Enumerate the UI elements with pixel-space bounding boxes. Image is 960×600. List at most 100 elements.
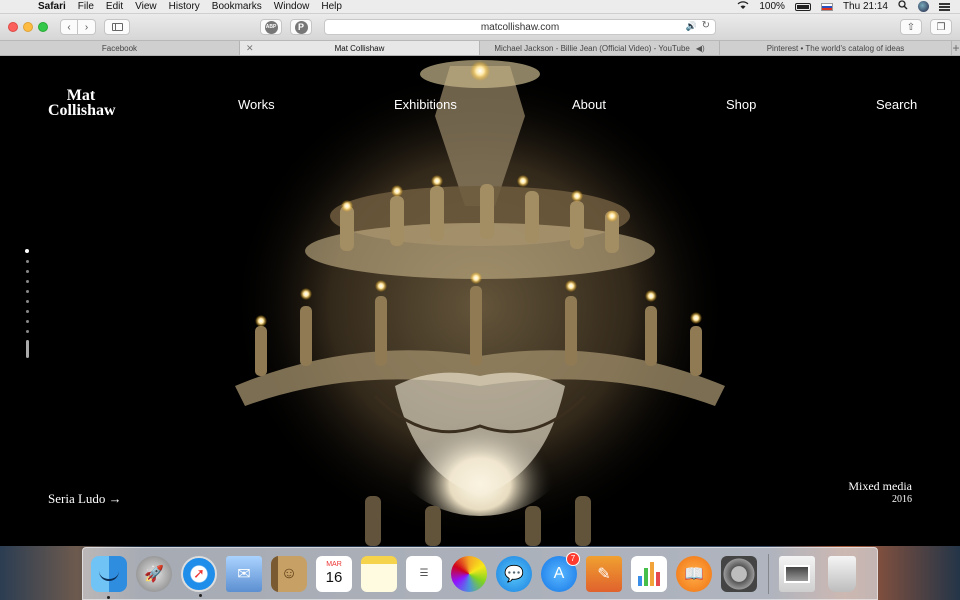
- numbers-bar-icon: [656, 571, 660, 586]
- audio-playing-icon[interactable]: 🔊: [686, 21, 697, 32]
- menu-view[interactable]: View: [135, 1, 157, 12]
- slide-dot[interactable]: [25, 310, 29, 313]
- show-all-tabs-button[interactable]: ❐: [930, 19, 952, 35]
- reminders-icon[interactable]: ☰: [406, 555, 442, 592]
- system-preferences-icon[interactable]: [721, 555, 757, 592]
- notes-icon[interactable]: [361, 555, 397, 592]
- preview-photo-icon: [784, 564, 810, 583]
- menu-bar: Safari File Edit View History Bookmarks …: [0, 0, 960, 14]
- ibooks-icon[interactable]: 📖: [676, 555, 712, 592]
- calendar-month: MAR: [326, 561, 342, 568]
- nav-exhibitions[interactable]: Exhibitions: [394, 97, 457, 112]
- photos-icon[interactable]: [451, 555, 487, 592]
- finder-face-icon: [99, 567, 119, 581]
- launchpad-icon[interactable]: 🚀: [136, 555, 172, 592]
- tab-youtube[interactable]: Michael Jackson - Billie Jean (Official …: [480, 41, 720, 55]
- app-store-badge: 7: [566, 551, 580, 566]
- mail-icon[interactable]: ✉: [226, 555, 262, 592]
- slide-dot[interactable]: [25, 280, 29, 283]
- tab-bar: Facebook ✕ Mat Collishaw Michael Jackson…: [0, 40, 960, 56]
- input-source-flag-icon[interactable]: [820, 2, 833, 11]
- website-content: Mat Collishaw Works Exhibitions About Sh…: [0, 56, 960, 546]
- menu-file[interactable]: File: [78, 1, 94, 12]
- plus-icon: +: [952, 41, 960, 55]
- calendar-icon[interactable]: MAR 16: [316, 555, 352, 592]
- dock: 🚀 ➚ ✉ ☺ MAR 16 ☰ 💬 A 7 ✎ 📖: [82, 547, 878, 600]
- slide-pagination: [24, 249, 30, 358]
- chandelier-hero-image: [230, 60, 730, 546]
- numbers-icon[interactable]: [631, 555, 667, 592]
- messages-icon[interactable]: 💬: [496, 555, 532, 592]
- numbers-bar-icon: [638, 575, 642, 586]
- logo-line-2: Collishaw: [48, 102, 116, 119]
- chevron-left-icon: ‹: [67, 21, 71, 33]
- share-button[interactable]: ⇧: [900, 19, 922, 35]
- spotlight-search-icon[interactable]: [898, 0, 908, 13]
- close-window-button[interactable]: [8, 22, 18, 32]
- show-sidebar-button[interactable]: [104, 19, 130, 35]
- tab-title: Facebook: [101, 43, 138, 53]
- wifi-icon[interactable]: [737, 0, 749, 13]
- menu-edit[interactable]: Edit: [106, 1, 123, 12]
- slide-dot[interactable]: [25, 260, 29, 263]
- menu-help[interactable]: Help: [321, 1, 342, 12]
- menu-bookmarks[interactable]: Bookmarks: [212, 1, 262, 12]
- notification-center-icon[interactable]: [939, 2, 950, 11]
- speaker-icon[interactable]: ◀): [696, 44, 705, 53]
- tab-title: Mat Collishaw: [334, 43, 385, 53]
- tab-mat-collishaw[interactable]: ✕ Mat Collishaw: [240, 41, 480, 55]
- clock[interactable]: Thu 21:14: [843, 1, 888, 12]
- calendar-day: 16: [325, 569, 343, 586]
- artwork-medium: Mixed media: [848, 479, 912, 493]
- adblock-icon: ABP: [264, 20, 278, 34]
- artwork-year: 2016: [892, 494, 912, 505]
- close-tab-icon[interactable]: ✕: [246, 43, 254, 54]
- slide-scroll-indicator[interactable]: [25, 340, 29, 358]
- adblock-extension-button[interactable]: ABP: [260, 19, 282, 35]
- preview-icon[interactable]: [779, 555, 815, 592]
- artwork-meta: Mixed media 2016: [848, 479, 912, 507]
- menu-history[interactable]: History: [169, 1, 200, 12]
- back-button[interactable]: ‹: [60, 19, 78, 35]
- nav-shop[interactable]: Shop: [726, 97, 756, 112]
- sidebar-icon: [111, 23, 123, 31]
- site-logo[interactable]: Mat Collishaw: [48, 88, 116, 119]
- trash-icon[interactable]: [828, 555, 856, 592]
- slide-dot[interactable]: [25, 330, 29, 333]
- nav-about[interactable]: About: [572, 97, 606, 112]
- battery-percent: 100%: [759, 1, 785, 12]
- contacts-icon[interactable]: ☺: [271, 555, 307, 592]
- safari-icon[interactable]: ➚: [181, 555, 217, 597]
- slide-dot[interactable]: [25, 300, 29, 303]
- new-tab-button[interactable]: +: [952, 41, 960, 55]
- menu-window[interactable]: Window: [274, 1, 310, 12]
- pages-icon[interactable]: ✎: [586, 555, 622, 592]
- numbers-bar-icon: [644, 567, 648, 586]
- artwork-title-link[interactable]: Seria Ludo →: [48, 491, 122, 507]
- slide-dot[interactable]: [25, 270, 29, 273]
- status-area: 100% Thu 21:14: [737, 0, 950, 13]
- window-controls: [8, 22, 48, 32]
- pinterest-icon: P: [294, 20, 308, 34]
- forward-button[interactable]: ›: [78, 19, 96, 35]
- tab-pinterest[interactable]: Pinterest • The world's catalog of ideas: [720, 41, 952, 55]
- slide-dot[interactable]: [25, 249, 29, 253]
- menu-app-name[interactable]: Safari: [38, 1, 66, 12]
- dock-separator: [768, 553, 769, 594]
- share-icon: ⇧: [906, 21, 916, 33]
- nav-search[interactable]: Search: [876, 97, 917, 112]
- tab-facebook[interactable]: Facebook: [0, 41, 240, 55]
- slide-dot[interactable]: [25, 320, 29, 323]
- siri-icon[interactable]: [918, 1, 929, 12]
- slide-dot[interactable]: [25, 290, 29, 293]
- app-store-icon[interactable]: A 7: [541, 551, 580, 592]
- address-bar[interactable]: matcollishaw.com 🔊 ↻: [324, 19, 716, 35]
- fullscreen-window-button[interactable]: [38, 22, 48, 32]
- minimize-window-button[interactable]: [23, 22, 33, 32]
- pinterest-extension-button[interactable]: P: [290, 19, 312, 35]
- finder-icon[interactable]: [91, 555, 127, 599]
- reload-icon[interactable]: ↻: [702, 20, 710, 31]
- nav-works[interactable]: Works: [238, 97, 275, 112]
- battery-icon[interactable]: [794, 2, 811, 11]
- history-nav: ‹ ›: [60, 19, 96, 35]
